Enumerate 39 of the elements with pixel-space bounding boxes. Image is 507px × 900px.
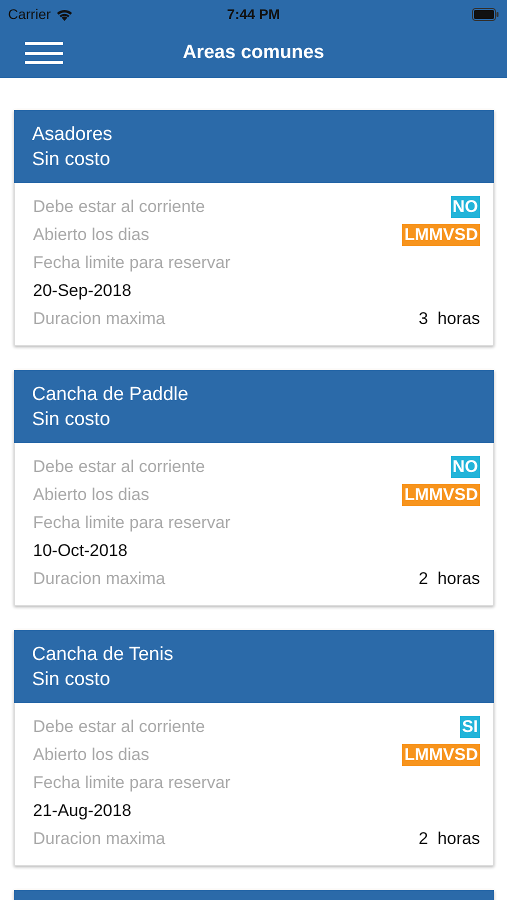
- field-value: 2 horas: [418, 569, 480, 589]
- wifi-icon: [56, 8, 73, 20]
- field-label: Debe estar al corriente: [33, 197, 205, 217]
- field-value: 20-Sep-2018: [33, 281, 132, 300]
- screen-title: Areas comunes: [182, 42, 324, 64]
- field-label: Fecha limite para reservar: [33, 773, 230, 793]
- status-badge: NO: [450, 456, 480, 478]
- area-name: Asadores: [32, 123, 112, 147]
- area-cost: Sin costo: [32, 668, 110, 692]
- field-label: Abierto los dias: [33, 745, 150, 765]
- area-card[interactable]: Asadores Sin costo Debe estar al corriente NO Abierto los dias LMMVSD Fecha limite para reservar 20-Sep-2018 Duracion maxima 3 horas: [14, 110, 494, 346]
- area-cost: Sin costo: [32, 408, 110, 432]
- status-badge: LMMVSD: [402, 484, 480, 506]
- field-label: Abierto los dias: [33, 225, 150, 245]
- field-value: 2 horas: [418, 829, 480, 849]
- battery-icon: [472, 8, 499, 20]
- carrier-label: Carrier: [8, 6, 51, 22]
- field-value: 10-Oct-2018: [33, 541, 128, 560]
- menu-icon[interactable]: [25, 42, 63, 64]
- field-label: Debe estar al corriente: [33, 717, 205, 737]
- field-value: 3 horas: [418, 309, 480, 329]
- field-label: Duracion maxima: [33, 309, 166, 329]
- area-card[interactable]: Cancha de Tenis Sin costo Debe estar al corriente SI Abierto los dias LMMVSD Fecha limite para reservar 21-Aug-2018 Duracion maxima 2 horas: [14, 630, 494, 866]
- field-value: 21-Aug-2018: [33, 801, 132, 820]
- status-badge: SI: [460, 716, 480, 738]
- field-label: Fecha limite para reservar: [33, 253, 230, 273]
- area-name: Cancha de Paddle: [32, 383, 188, 407]
- field-label: Abierto los dias: [33, 485, 150, 505]
- field-label: Duracion maxima: [33, 569, 166, 589]
- field-label: Debe estar al corriente: [33, 457, 205, 477]
- clock-time: 7:44 PM: [227, 6, 280, 22]
- status-badge: NO: [450, 196, 480, 218]
- area-card[interactable]: Cancha de Paddle Sin costo Debe estar al corriente NO Abierto los dias LMMVSD Fecha limite para reservar 10-Oct-2018 Duracion maxima 2 horas: [14, 370, 494, 606]
- status-badge: LMMVSD: [402, 224, 480, 246]
- status-badge: LMMVSD: [402, 744, 480, 766]
- area-name: Cancha de Tenis: [32, 643, 174, 667]
- area-cost: Sin costo: [32, 148, 110, 172]
- field-label: Duracion maxima: [33, 829, 166, 849]
- field-label: Fecha limite para reservar: [33, 513, 230, 533]
